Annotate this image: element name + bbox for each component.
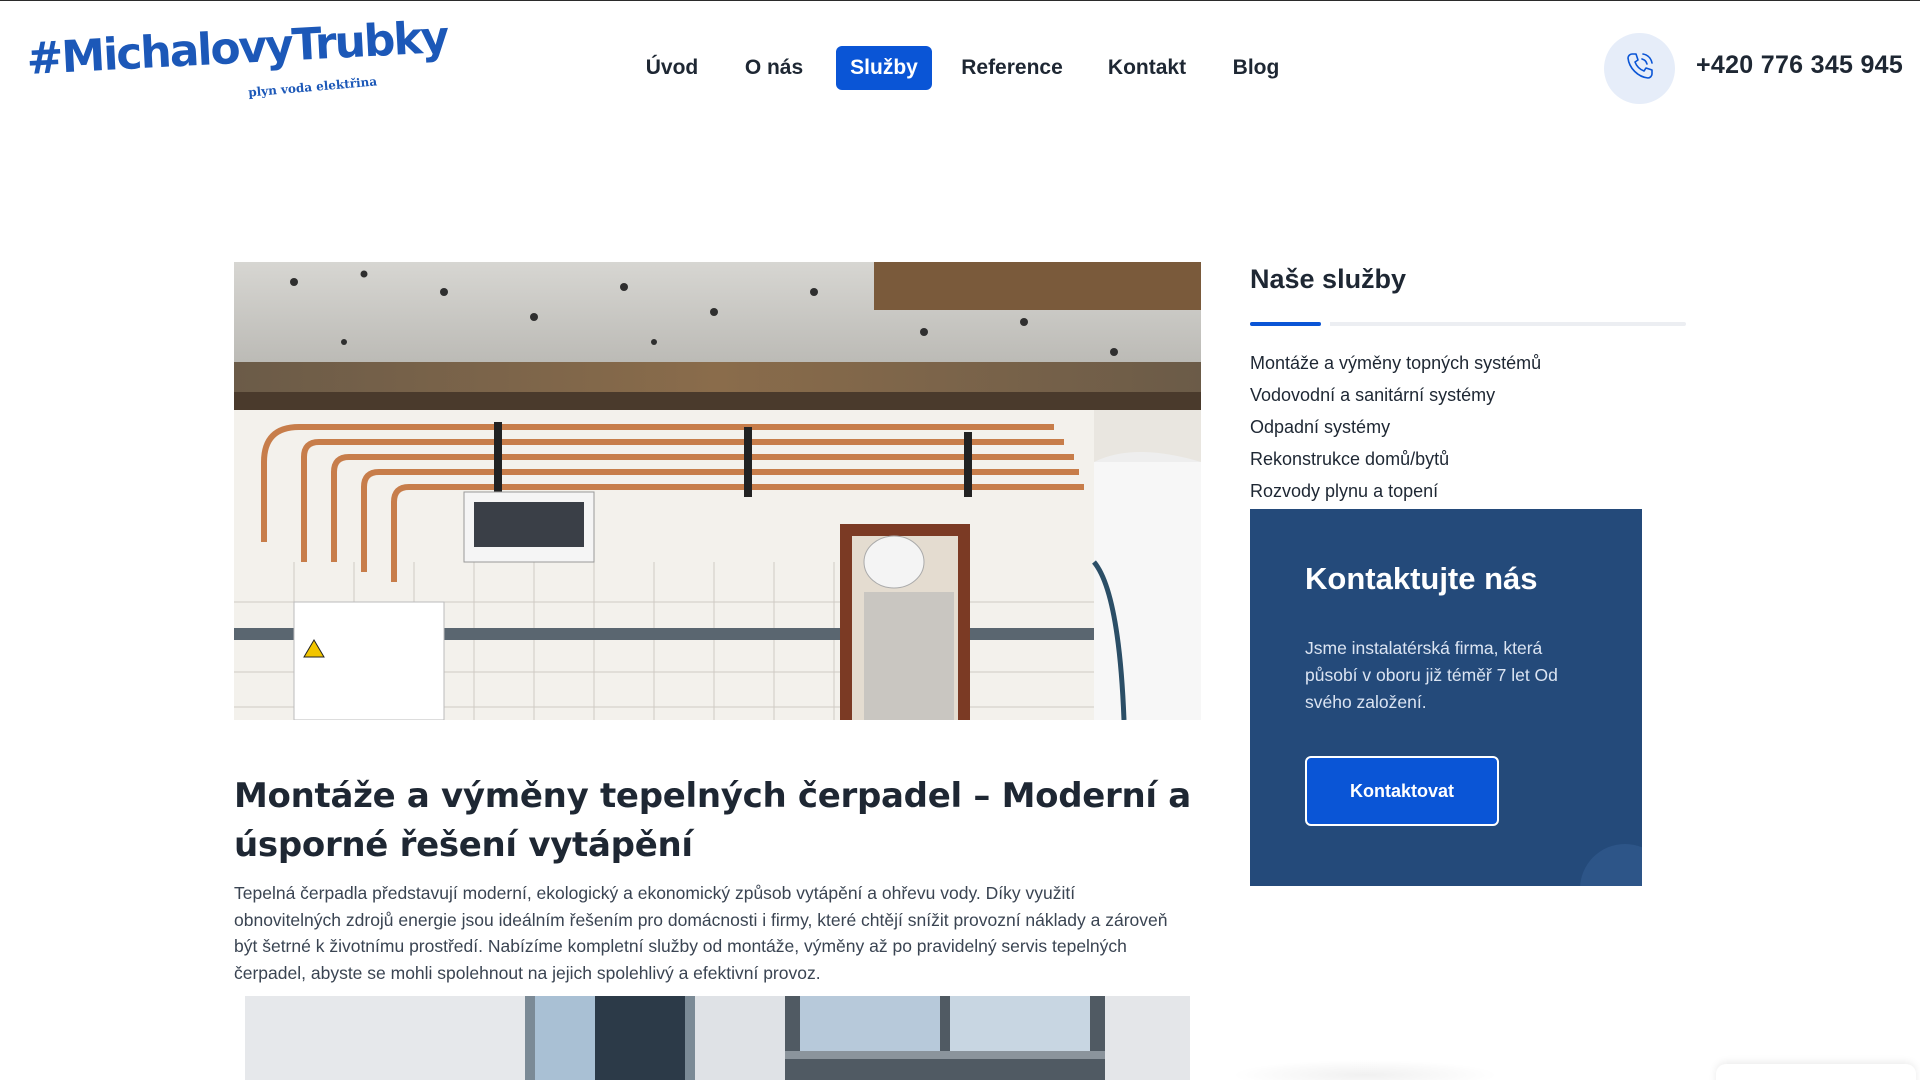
hero-image: [234, 262, 1201, 720]
contact-card-decoration: [1580, 844, 1642, 886]
secondary-image: [245, 996, 1190, 1080]
sidebar-title: Naše služby: [1250, 264, 1407, 294]
sidebar-divider-gap: [1321, 321, 1330, 327]
contact-card: Kontaktujte nás Jsme instalatérská firma…: [1250, 509, 1642, 886]
logo-tagline: plyn voda elektřina: [247, 74, 378, 100]
nav-item-reference[interactable]: Reference: [958, 46, 1066, 90]
service-link-topne-systemy[interactable]: Montáže a výměny topných systémů: [1250, 350, 1541, 382]
nav-item-kontakt[interactable]: Kontakt: [1100, 46, 1194, 90]
article-title: Montáže a výměny tepelných čerpadel – Mo…: [234, 776, 1191, 865]
phone-icon: [1623, 49, 1657, 88]
floating-widget[interactable]: [1716, 1064, 1916, 1080]
site-logo[interactable]: #MichalovyTrubky plyn voda elektřina: [25, 12, 448, 106]
phone-number[interactable]: +420 776 345 945: [1696, 51, 1903, 80]
nav-item-sluzby[interactable]: Služby: [836, 46, 932, 90]
top-border: [0, 0, 1920, 1]
nav-item-o-nas[interactable]: O nás: [738, 46, 810, 90]
nav-item-blog[interactable]: Blog: [1226, 46, 1286, 90]
service-link-rekonstrukce[interactable]: Rekonstrukce domů/bytů: [1250, 446, 1541, 478]
service-link-rozvody-plynu[interactable]: Rozvody plynu a topení: [1250, 478, 1541, 510]
shadow-decoration: [1230, 1060, 1500, 1080]
service-link-odpadni[interactable]: Odpadní systémy: [1250, 414, 1541, 446]
service-link-vodovodni[interactable]: Vodovodní a sanitární systémy: [1250, 382, 1541, 414]
phone-button[interactable]: [1604, 33, 1675, 104]
logo-wordmark: #MichalovyTrubky: [25, 12, 449, 86]
nav-item-uvod[interactable]: Úvod: [636, 46, 708, 90]
contact-card-text: Jsme instalatérská firma, která působí v…: [1305, 638, 1558, 712]
contact-card-title: Kontaktujte nás: [1305, 561, 1538, 596]
contact-button[interactable]: Kontaktovat: [1305, 756, 1499, 826]
sidebar-divider-accent: [1250, 322, 1321, 326]
services-list: Montáže a výměny topných systémů Vodovod…: [1250, 350, 1541, 510]
article-body: Tepelná čerpadla představují moderní, ek…: [234, 883, 1168, 983]
